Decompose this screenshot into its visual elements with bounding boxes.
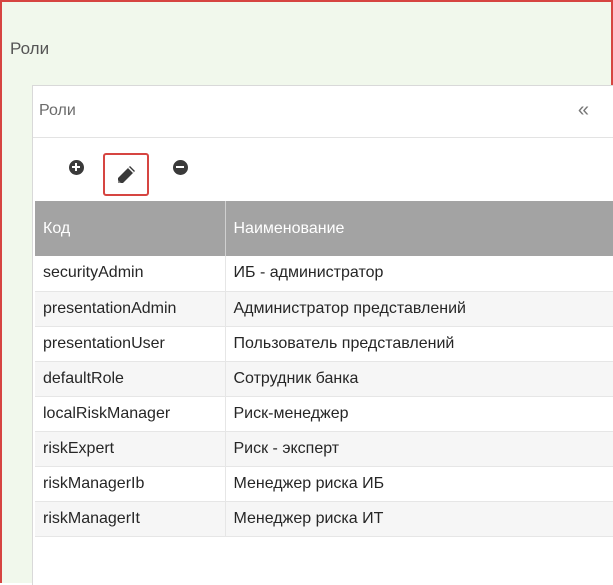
table-row[interactable]: localRiskManager Риск-менеджер [35, 396, 613, 432]
cell-code: riskManagerIt [35, 501, 226, 537]
minus-circle-icon [172, 159, 188, 175]
cell-code: presentationAdmin [35, 291, 226, 327]
table-header-row: Код Наименование [35, 201, 613, 256]
cell-name: Менеджер риска ИТ [225, 501, 613, 537]
collapse-panel-button[interactable]: « [578, 99, 589, 122]
table-row[interactable]: riskManagerIb Менеджер риска ИБ [35, 466, 613, 502]
panel-header: Роли « [33, 86, 613, 138]
cell-code: localRiskManager [35, 396, 226, 432]
roles-table: Код Наименование securityAdmin ИБ - адми… [35, 201, 613, 537]
window-header: Роли [2, 2, 611, 64]
column-header-name[interactable]: Наименование [225, 201, 613, 256]
cell-name: Менеджер риска ИБ [225, 466, 613, 502]
cell-name: Сотрудник банка [225, 361, 613, 397]
cell-name: Риск - эксперт [225, 431, 613, 467]
cell-code: securityAdmin [35, 256, 226, 292]
roles-panel: Роли « Код Наименование securityAdmin ИБ… [32, 85, 613, 585]
cell-code: defaultRole [35, 361, 226, 397]
cell-code: riskExpert [35, 431, 226, 467]
table-row[interactable]: riskManagerIt Менеджер риска ИТ [35, 501, 613, 537]
table-row[interactable]: securityAdmin ИБ - администратор [35, 256, 613, 292]
edit-role-button[interactable] [103, 153, 149, 196]
cell-name: Риск-менеджер [225, 396, 613, 432]
remove-role-button[interactable] [172, 159, 188, 175]
cell-name: Пользователь представлений [225, 326, 613, 362]
toolbar [33, 139, 613, 199]
cell-code: riskManagerIb [35, 466, 226, 502]
panel-title: Роли [39, 102, 76, 119]
cell-name: Администратор представлений [225, 291, 613, 327]
table-row[interactable]: riskExpert Риск - эксперт [35, 431, 613, 467]
column-header-code[interactable]: Код [35, 201, 226, 256]
add-role-button[interactable] [68, 159, 84, 175]
plus-circle-icon [68, 159, 84, 175]
window-title: Роли [10, 39, 50, 58]
table-row[interactable]: presentationUser Пользователь представле… [35, 326, 613, 362]
table-row[interactable]: presentationAdmin Администратор представ… [35, 291, 613, 327]
table-row[interactable]: defaultRole Сотрудник банка [35, 361, 613, 397]
pencil-icon [118, 165, 135, 183]
cell-name: ИБ - администратор [225, 256, 613, 292]
roles-window: Роли Роли « Код Наименование securityAdm… [0, 0, 613, 585]
cell-code: presentationUser [35, 326, 226, 362]
